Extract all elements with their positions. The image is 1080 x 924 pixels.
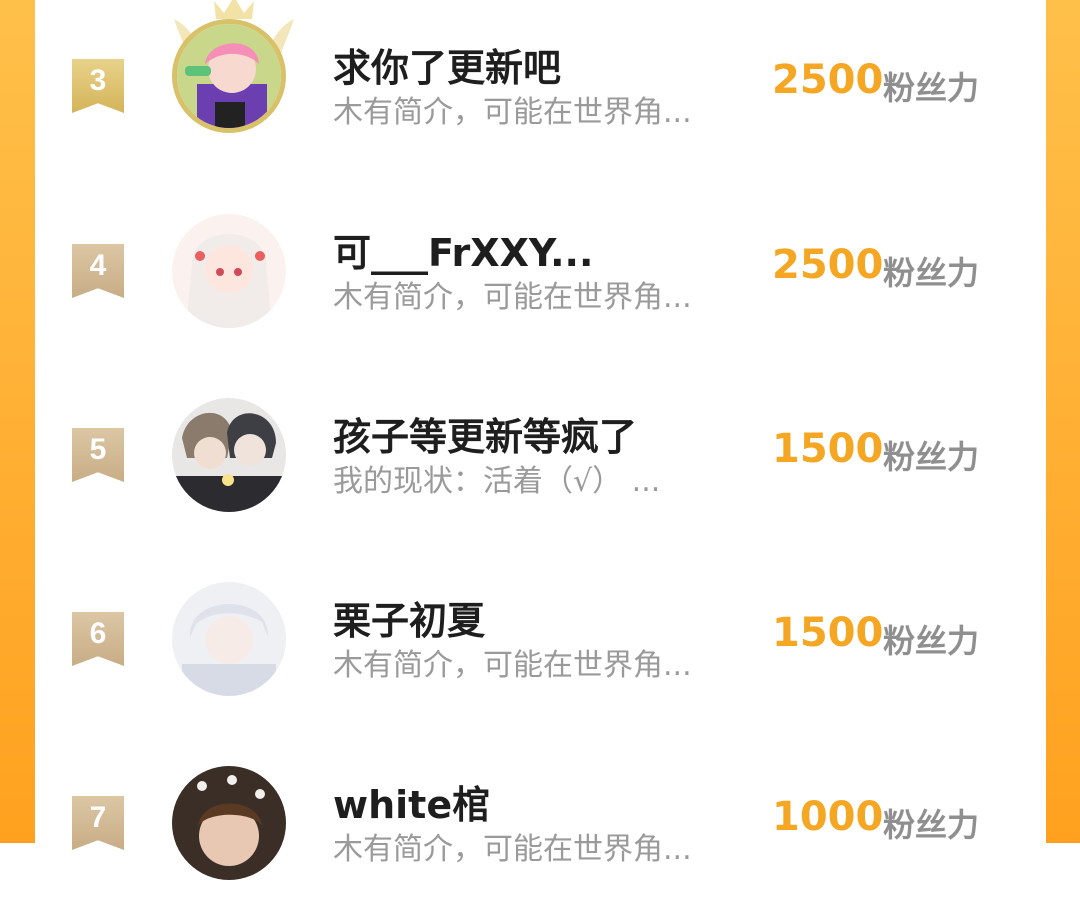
fan-row-6[interactable]: 6 栗子初夏 木有简介，可能在世界角... 1500 粉丝力 [35,582,1046,740]
fan-score: 1500 [772,426,884,472]
fan-score: 2500 [772,57,884,103]
fan-bio: 我的现状：活着（√） ... [333,464,661,499]
avatar-pale-boy-icon[interactable] [172,582,286,696]
fan-ranking-list: 3 求你了更新吧 木有简介，可能在世界角... 2500 粉丝力 4 可___F… [35,0,1046,880]
fan-score: 1000 [772,794,884,840]
rank-badge: 6 [72,612,124,666]
avatar-pink-hair-boy-icon[interactable] [172,19,286,133]
rank-badge: 5 [72,428,124,482]
rank-badge: 4 [72,244,124,298]
avatar-white-hair-girl-icon[interactable] [172,214,286,328]
rank-badge: 7 [72,796,124,850]
score-unit: 粉丝力 [883,438,980,476]
fan-name[interactable]: 可___FrXXY... [333,222,593,277]
fan-row-3[interactable]: 3 求你了更新吧 木有简介，可能在世界角... 2500 粉丝力 [35,0,1046,187]
fan-bio: 木有简介，可能在世界角... [333,95,692,130]
score-unit: 粉丝力 [883,69,980,107]
fan-name[interactable]: 求你了更新吧 [333,37,561,92]
avatar-two-boys-icon[interactable] [172,398,286,512]
fan-name[interactable]: white棺 [333,774,490,829]
rank-badge: 3 [72,59,124,113]
score-unit: 粉丝力 [883,806,980,844]
fan-score: 1500 [772,610,884,656]
fan-row-4[interactable]: 4 可___FrXXY... 木有简介，可能在世界角... 2500 粉丝力 [35,214,1046,372]
fan-row-7[interactable]: 7 white棺 木有简介，可能在世界角... 1000 粉丝力 [35,766,1046,924]
fan-row-5[interactable]: 5 孩子等更新等疯了 我的现状：活着（√） ... 1500 粉丝力 [35,398,1046,556]
fan-name[interactable]: 栗子初夏 [333,590,485,645]
fan-bio: 木有简介，可能在世界角... [333,648,692,683]
fan-bio: 木有简介，可能在世界角... [333,832,692,867]
right-frame-border [1046,0,1080,843]
fan-score: 2500 [772,242,884,288]
score-unit: 粉丝力 [883,622,980,660]
left-frame-border [0,0,35,843]
score-unit: 粉丝力 [883,254,980,292]
fan-name[interactable]: 孩子等更新等疯了 [333,406,637,461]
avatar-child-butterflies-icon[interactable] [172,766,286,880]
fan-bio: 木有简介，可能在世界角... [333,280,692,315]
